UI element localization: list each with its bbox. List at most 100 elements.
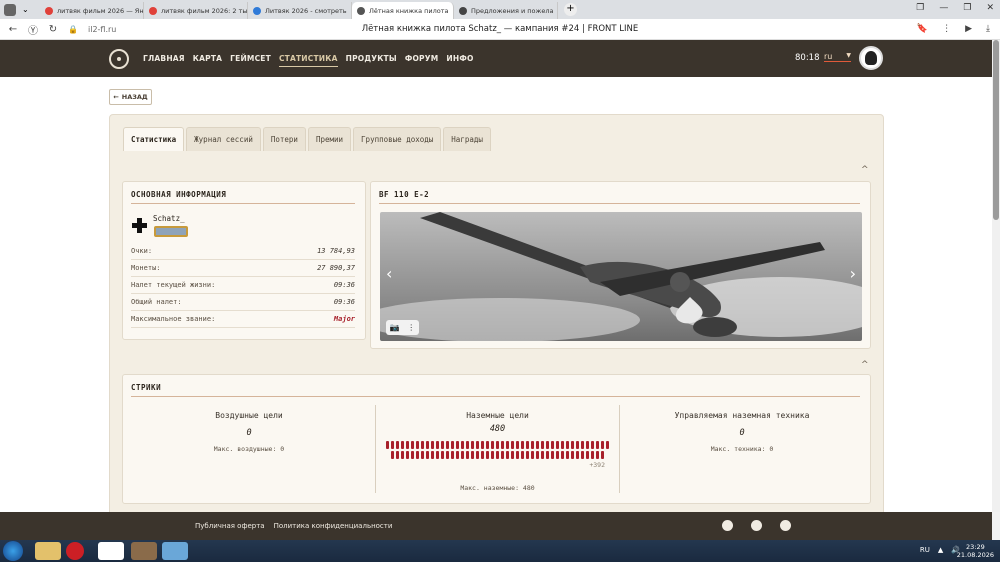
streak-bar: [581, 451, 584, 459]
streak-bar: [546, 441, 549, 449]
os-taskbar: RU ▲ 🔊 23:29 21.08.2026: [0, 540, 1000, 562]
footer-link-privacy[interactable]: Политика конфиденциальности: [274, 522, 393, 530]
stats-tab[interactable]: Статистика: [123, 127, 185, 151]
footer-link-offer[interactable]: Публичная оферта: [195, 522, 265, 530]
browser-tab-title: литвяк фильм 2026 — Ян: [57, 6, 144, 15]
streak-bar: [451, 451, 454, 459]
bookmark-icon[interactable]: 🔖: [917, 24, 928, 34]
nav-item[interactable]: ГЛАВНАЯ: [143, 51, 185, 67]
streak-bar: [556, 451, 559, 459]
browser-tab[interactable]: литвяк фильм 2026: 2 тыс: [144, 2, 248, 19]
aircraft-image: ‹ › 📷 ⋮: [380, 212, 862, 341]
browser-tab-strip: ⌄ литвяк фильм 2026 — Ян литвяк фильм 202…: [0, 0, 1000, 19]
main-nav: ГЛАВНАЯ КАРТА ГЕЙМСЕТ СТАТИСТИКА ПРОДУКТЫ ФОР…: [143, 51, 474, 67]
nav-item[interactable]: ИНФО: [446, 51, 473, 67]
browser-tab-title: Лётная книжка пилота: [369, 6, 449, 15]
new-tab-button[interactable]: +: [564, 3, 577, 16]
streaks-card: СТРИКИ Воздушные цели 0 Макс. воздушные:…: [122, 374, 871, 504]
more-icon[interactable]: ⋮: [407, 323, 415, 332]
stats-tab[interactable]: Групповые доходы: [353, 127, 442, 151]
share-icon[interactable]: ⋮: [942, 24, 951, 34]
game-icon[interactable]: [131, 542, 157, 560]
next-image-icon[interactable]: ›: [850, 264, 856, 283]
ground-streak-value: 480: [489, 424, 506, 434]
air-streak-max: Макс. воздушные: 0: [213, 445, 285, 453]
streak-bar: [471, 441, 474, 449]
explorer-icon[interactable]: [35, 542, 61, 560]
support-icon[interactable]: [780, 520, 791, 531]
streak-bar: [521, 451, 524, 459]
streak-bar: [416, 441, 419, 449]
streak-bar: [536, 451, 539, 459]
browser-tab[interactable]: Лётная книжка пилота: [352, 2, 454, 19]
collapse-icon[interactable]: ^: [861, 165, 869, 175]
site-logo[interactable]: [109, 48, 129, 69]
close-icon[interactable]: ✕: [986, 3, 994, 13]
streak-bar: [426, 441, 429, 449]
streak-bar: [551, 441, 554, 449]
back-button[interactable]: ← НАЗАД: [109, 89, 152, 105]
info-value: 09:36: [333, 281, 355, 289]
nav-item[interactable]: СТАТИСТИКА: [278, 51, 338, 67]
chevron-down-icon: ▼: [846, 52, 851, 59]
streak-bar: [601, 451, 604, 459]
aircraft-illustration: [380, 212, 862, 341]
language-select[interactable]: ru ▼: [824, 52, 851, 62]
system-tray: RU ▲ 🔊: [920, 546, 960, 554]
app-icon[interactable]: [162, 542, 188, 560]
browser-tab[interactable]: литвяк фильм 2026 — Ян: [40, 2, 144, 19]
streak-bar: [591, 451, 594, 459]
clock[interactable]: 23:29 21.08.2026: [957, 543, 994, 559]
streak-bar: [411, 441, 414, 449]
browser-tab-title: Предложения и пожела: [471, 6, 554, 15]
telegram-icon[interactable]: [722, 520, 733, 531]
tab-favicon-icon: [357, 6, 365, 15]
stats-tab[interactable]: Журнал сессий: [186, 127, 261, 151]
stats-tab[interactable]: Награды: [443, 127, 491, 151]
username: Schatz_: [153, 214, 185, 223]
stats-tab[interactable]: Потери: [262, 127, 306, 151]
nav-item[interactable]: КАРТА: [193, 51, 222, 67]
collapse-streaks-icon[interactable]: ^: [861, 360, 869, 370]
start-button[interactable]: [3, 541, 23, 561]
bookmarks-icon[interactable]: ❐: [916, 3, 924, 13]
browser-tab[interactable]: Литвяк 2026 - смотреть: [248, 2, 352, 19]
vehicle-streak: Управляемая наземная техника 0 Макс. тех…: [620, 405, 864, 493]
iron-cross-icon: [132, 218, 147, 233]
nav-item[interactable]: ФОРУМ: [405, 51, 439, 67]
tray-up-icon[interactable]: ▲: [938, 546, 943, 554]
nav-item[interactable]: ГЕЙМСЕТ: [230, 51, 271, 67]
scroll-thumb[interactable]: [993, 40, 999, 220]
opera-icon[interactable]: [66, 542, 84, 560]
air-streak-value: 0: [246, 428, 252, 438]
streak-bar: [526, 451, 529, 459]
restore-icon[interactable]: ❐: [963, 3, 971, 13]
basic-info-card: ОСНОВНАЯ ИНФОРМАЦИЯ Schatz_ Очки: 13 784,…: [122, 181, 366, 340]
clock-date: 21.08.2026: [956, 551, 994, 559]
prev-image-icon[interactable]: ‹: [386, 264, 392, 283]
streak-bar: [596, 451, 599, 459]
minimize-icon[interactable]: —: [939, 3, 948, 13]
streak-bar: [486, 451, 489, 459]
camera-icon[interactable]: 📷: [390, 323, 400, 332]
streak-bar: [451, 441, 454, 449]
yandex-browser-icon[interactable]: [98, 542, 124, 560]
streak-bar: [526, 441, 529, 449]
stats-tab[interactable]: Премии: [307, 127, 352, 151]
tab-list-icon[interactable]: ⌄: [22, 5, 32, 14]
discord-icon[interactable]: [751, 520, 762, 531]
streak-bar: [546, 451, 549, 459]
download-icon[interactable]: ⤓: [986, 24, 990, 34]
tray-language[interactable]: RU: [920, 546, 930, 554]
nav-item[interactable]: ПРОДУКТЫ: [346, 51, 397, 67]
streak-bar: [481, 441, 484, 449]
media-icon[interactable]: ▶: [965, 24, 972, 34]
streak-bar: [421, 441, 424, 449]
page-scrollbar[interactable]: [992, 40, 1000, 512]
aircraft-title: BF 110 E-2: [379, 190, 430, 199]
browser-menu-icon[interactable]: [4, 3, 16, 16]
streak-bar: [516, 441, 519, 449]
avatar[interactable]: [859, 46, 883, 70]
browser-tab[interactable]: Предложения и пожела: [454, 2, 558, 19]
info-row: Максимальное звание: Major: [131, 311, 355, 328]
